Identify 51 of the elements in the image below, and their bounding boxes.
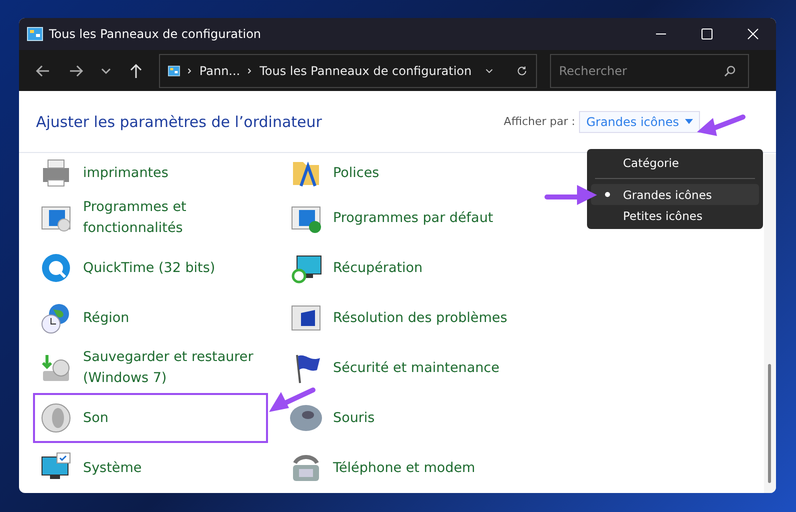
search-icon — [723, 64, 737, 78]
control-panel-item[interactable]: Sécurité et maintenance — [283, 343, 518, 393]
window-title: Tous les Panneaux de configuration — [49, 27, 262, 41]
menu-item[interactable]: Petites icônes — [591, 205, 759, 226]
item-label: Récupération — [333, 258, 423, 278]
control-panel-item[interactable]: Sauvegarder et restaurer (Windows 7) — [33, 343, 268, 393]
speaker-icon — [39, 401, 73, 435]
item-label: Région — [83, 308, 130, 328]
breadcrumb[interactable]: Tous les Panneaux de configuration — [260, 64, 472, 78]
menu-item[interactable]: Grandes icônes — [591, 184, 759, 205]
annotation-arrow — [695, 112, 747, 138]
item-label: Polices — [333, 164, 380, 182]
chevron-right-icon — [246, 66, 254, 76]
item-label: Résolution des problèmes — [333, 308, 508, 328]
control-panel-item[interactable]: Région — [33, 293, 268, 343]
breadcrumb[interactable]: Pann... — [199, 64, 240, 78]
item-label: Système — [83, 458, 142, 478]
control-panel-icon — [27, 27, 43, 41]
control-panel-item[interactable]: Son — [33, 393, 268, 443]
chevron-right-icon — [186, 66, 194, 76]
view-by-label: Afficher par : — [504, 115, 576, 128]
item-label: Sauvegarder et restaurer (Windows 7) — [83, 348, 254, 388]
item-label: QuickTime (32 bits) — [83, 258, 216, 278]
bullet-icon — [604, 192, 610, 197]
search-field[interactable]: Rechercher — [550, 54, 749, 88]
menu-item[interactable]: Catégorie — [591, 152, 759, 173]
control-panel-item[interactable]: Programmes par défaut — [283, 193, 518, 243]
control-panel-item[interactable]: QuickTime (32 bits) — [33, 243, 268, 293]
annotation-arrow — [543, 183, 599, 207]
item-label: imprimantes — [83, 164, 168, 182]
item-label: Programmes par défaut — [333, 208, 494, 228]
page-heading: Ajuster les paramètres de l’ordinateur — [36, 112, 322, 130]
item-label: Sécurité et maintenance — [333, 358, 500, 378]
view-dropdown[interactable]: Grandes icônes — [579, 110, 700, 132]
scrollbar[interactable] — [764, 154, 776, 493]
scrollbar-thumb[interactable] — [768, 364, 771, 483]
control-panel-item[interactable]: Polices — [283, 153, 518, 193]
caret-icon — [685, 119, 693, 124]
item-label: Son — [83, 408, 108, 428]
control-panel-item[interactable]: Souris — [283, 393, 518, 443]
address-bar[interactable]: Pann... Tous les Panneaux de configuration — [159, 54, 537, 88]
control-panel-item[interactable]: Récupération — [283, 243, 518, 293]
control-panel-item[interactable]: Téléphone et modem — [283, 443, 518, 493]
control-panel-icon — [168, 64, 180, 78]
control-panel-item[interactable]: imprimantes — [33, 153, 268, 193]
control-panel-item[interactable]: Résolution des problèmes — [283, 293, 518, 343]
control-panel-item[interactable]: Système — [33, 443, 268, 493]
item-label: Téléphone et modem — [333, 458, 476, 478]
item-label: Programmes et fonctionnalités — [83, 198, 186, 238]
item-label: Souris — [333, 408, 375, 428]
control-panel-item[interactable]: Programmes et fonctionnalités — [33, 193, 268, 243]
